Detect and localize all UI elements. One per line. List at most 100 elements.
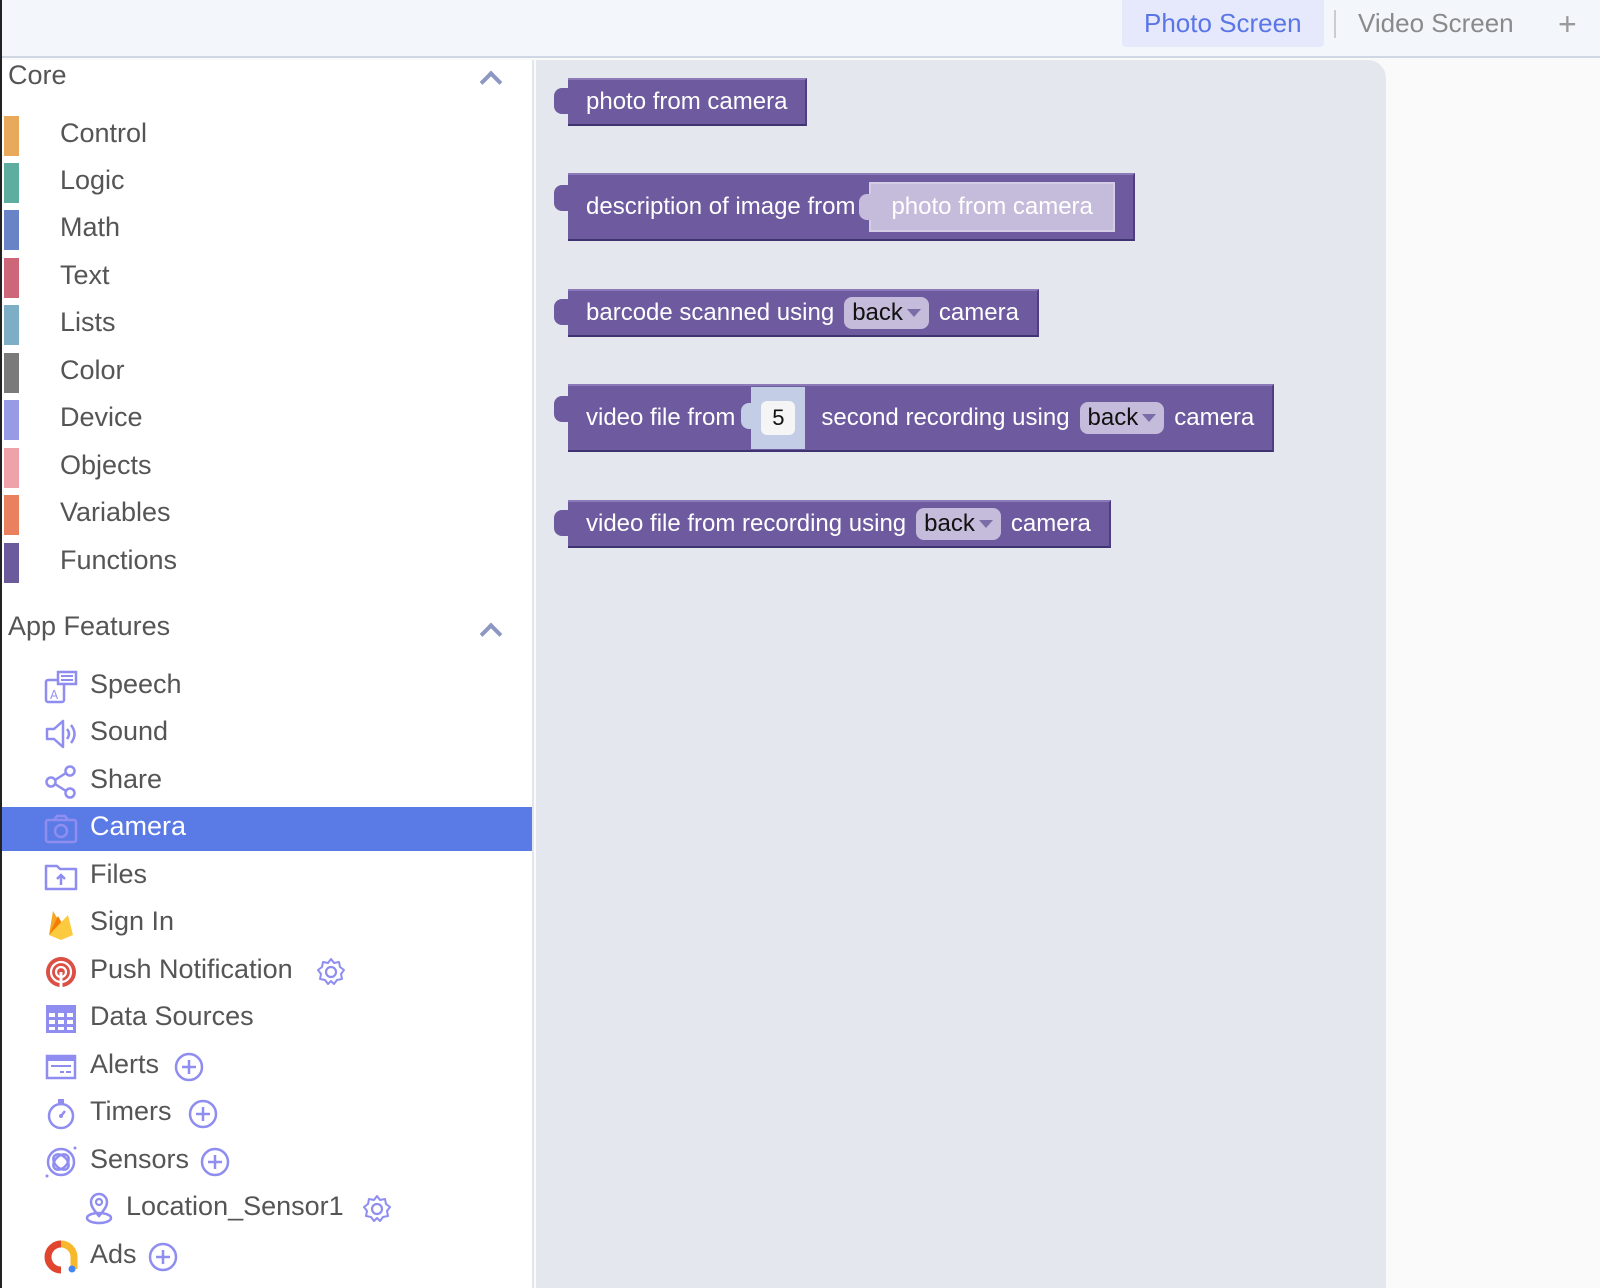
- category-label: Variables: [60, 497, 171, 527]
- block-flyout-workspace: photo from camera description of image f…: [536, 60, 1386, 1288]
- block-output-connector: [554, 88, 570, 114]
- block-description-of-image[interactable]: description of image from photo from cam…: [554, 173, 1135, 241]
- camera-icon: [44, 814, 78, 844]
- feature-label: Share: [90, 764, 163, 794]
- tab-video-screen[interactable]: Video Screen: [1336, 0, 1536, 47]
- block-text: description of image from: [586, 193, 856, 220]
- category-label: Functions: [60, 545, 178, 575]
- number-input-slot: 5: [741, 387, 806, 449]
- functions-color-swatch: [4, 543, 19, 583]
- dropdown-value: back: [852, 299, 903, 326]
- category-control[interactable]: Control: [2, 114, 532, 158]
- screen-tab-bar: Photo Screen Video Screen +: [2, 0, 1600, 58]
- feature-sign-in[interactable]: Sign In: [2, 902, 532, 946]
- block-text: barcode scanned using: [586, 299, 835, 326]
- category-label: Device: [60, 402, 143, 432]
- category-color[interactable]: Color: [2, 351, 532, 395]
- feature-sensors[interactable]: Sensors: [2, 1140, 532, 1184]
- feature-ads[interactable]: Ads: [2, 1235, 532, 1279]
- category-label: Math: [60, 212, 121, 242]
- gear-icon[interactable]: [362, 1194, 392, 1224]
- block-output-connector: [554, 299, 570, 325]
- category-label: Lists: [60, 307, 116, 337]
- category-variables[interactable]: Variables: [2, 493, 532, 537]
- feature-alerts[interactable]: Alerts: [2, 1045, 532, 1089]
- block-video-file-recording[interactable]: video file from recording using back cam…: [554, 500, 1111, 548]
- category-logic[interactable]: Logic: [2, 161, 532, 205]
- feature-label: Speech: [90, 669, 182, 699]
- feature-files[interactable]: Files: [2, 855, 532, 899]
- category-functions[interactable]: Functions: [2, 541, 532, 585]
- block-output-connector: [554, 396, 570, 422]
- feature-push-notification[interactable]: Push Notification: [2, 950, 532, 994]
- camera-side-dropdown[interactable]: back: [916, 508, 1001, 540]
- block-video-file-seconds[interactable]: video file from 5 second recording using…: [554, 384, 1275, 452]
- device-color-swatch: [4, 400, 19, 440]
- category-text[interactable]: Text: [2, 256, 532, 300]
- block-photo-from-camera[interactable]: photo from camera: [554, 78, 808, 126]
- feature-label: Files: [90, 859, 148, 889]
- tab-photo-screen[interactable]: Photo Screen: [1122, 0, 1324, 47]
- core-section-title: Core: [8, 60, 67, 90]
- block-output-connector: [554, 510, 570, 536]
- feature-data-sources[interactable]: Data Sources: [2, 997, 532, 1041]
- category-label: Objects: [60, 450, 152, 480]
- feature-camera[interactable]: Camera: [2, 807, 532, 851]
- feature-label: Sound: [90, 716, 169, 746]
- speech-icon: A: [44, 670, 78, 704]
- nested-block-text: photo from camera: [891, 193, 1093, 220]
- app-features-collapse-chevron-icon[interactable]: [478, 618, 504, 644]
- gear-icon[interactable]: [316, 957, 346, 987]
- category-label: Logic: [60, 165, 125, 195]
- color-color-swatch: [4, 353, 19, 393]
- push-notification-icon: [46, 957, 76, 988]
- feature-label: Sign In: [90, 906, 175, 936]
- dropdown-value: back: [1087, 404, 1139, 431]
- nested-block-photo-from-camera[interactable]: photo from camera: [859, 182, 1115, 232]
- logic-color-swatch: [4, 163, 19, 203]
- sound-icon: [45, 719, 76, 749]
- math-color-swatch: [4, 210, 19, 250]
- add-icon[interactable]: [174, 1052, 204, 1082]
- control-color-swatch: [4, 116, 19, 156]
- add-icon[interactable]: [188, 1099, 218, 1129]
- feature-timers[interactable]: Timers: [2, 1092, 532, 1136]
- feature-label: Timers: [90, 1096, 172, 1126]
- dropdown-caret-icon: [1142, 414, 1157, 422]
- feature-label: Camera: [90, 811, 187, 841]
- table-icon: [46, 1005, 76, 1033]
- feature-label: Alerts: [90, 1049, 160, 1079]
- category-device[interactable]: Device: [2, 398, 532, 442]
- feature-label: Push Notification: [90, 954, 293, 984]
- block-text: camera: [938, 299, 1019, 326]
- camera-side-dropdown[interactable]: back: [844, 297, 929, 329]
- alert-icon: [45, 1054, 77, 1080]
- sensor-icon: [45, 1146, 77, 1178]
- canvas-area[interactable]: [1386, 60, 1600, 1288]
- category-objects[interactable]: Objects: [2, 446, 532, 490]
- feature-label: Location_Sensor1: [126, 1191, 344, 1221]
- feature-location-sensor1[interactable]: Location_Sensor1: [2, 1187, 532, 1231]
- feature-share[interactable]: Share: [2, 760, 532, 804]
- text-color-swatch: [4, 258, 19, 298]
- category-math[interactable]: Math: [2, 208, 532, 252]
- app-features-section-title: App Features: [8, 611, 171, 641]
- feature-label: Sensors: [90, 1144, 190, 1174]
- category-lists[interactable]: Lists: [2, 303, 532, 347]
- feature-sound[interactable]: Sound: [2, 712, 532, 756]
- add-icon[interactable]: [148, 1242, 178, 1272]
- number-slot-connector: [741, 403, 754, 429]
- add-icon[interactable]: [200, 1147, 230, 1177]
- variables-color-swatch: [4, 495, 19, 535]
- add-screen-button[interactable]: +: [1558, 2, 1577, 46]
- nested-block-connector: [859, 194, 874, 220]
- block-output-connector: [554, 185, 570, 211]
- files-icon: [44, 864, 78, 891]
- feature-speech[interactable]: A Speech: [2, 665, 532, 709]
- firebase-icon: [49, 911, 73, 940]
- seconds-number-field[interactable]: 5: [761, 401, 796, 435]
- camera-side-dropdown[interactable]: back: [1079, 402, 1165, 434]
- feature-label: Ads: [90, 1239, 137, 1269]
- core-collapse-chevron-icon[interactable]: [478, 66, 504, 92]
- block-barcode-scanned[interactable]: barcode scanned using back camera: [554, 289, 1039, 337]
